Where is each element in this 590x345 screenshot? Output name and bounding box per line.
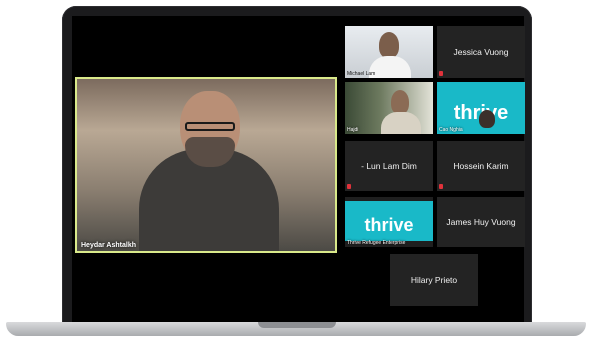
participant-silhouette [479, 110, 495, 128]
participant-name: Hossein Karim [453, 161, 509, 171]
participant-name: Hilary Prieto [410, 275, 458, 285]
participant-tile-james-huy-vuong[interactable]: James Huy Vuong [437, 197, 525, 247]
participant-tile-cao-nghia[interactable]: thrive Cao Nghia [437, 82, 525, 134]
muted-mic-icon [439, 184, 443, 189]
speaker-name-label: Heydar Ashtalkh [81, 242, 136, 249]
participant-silhouette [391, 90, 409, 114]
participant-tile-jessica-vuong[interactable]: Jessica Vuong [437, 26, 525, 78]
participant-silhouette [379, 32, 399, 58]
thrive-logo: thrive [364, 215, 414, 235]
participant-name: James Huy Vuong [446, 217, 516, 227]
participant-label: Cao Nghia [439, 127, 463, 133]
active-speaker-video[interactable]: Heydar Ashtalkh [75, 77, 337, 253]
participant-shirt [381, 112, 421, 134]
participant-label: Hajdi [347, 127, 359, 133]
participant-label: Michael Lam [347, 71, 376, 77]
participant-tile-hossein-karim[interactable]: Hossein Karim [437, 141, 525, 191]
participant-tile-hajdi[interactable]: Hajdi [345, 82, 433, 134]
participant-label: Thrive Refugee Enterprise [347, 240, 406, 246]
laptop-notch [258, 322, 336, 328]
participant-name: - Lun Lam Dim [361, 161, 417, 171]
participant-tile-hilary-prieto[interactable]: Hilary Prieto [390, 254, 478, 306]
participant-tile-michael-lam[interactable]: Michael Lam [345, 26, 433, 78]
participant-name: Jessica Vuong [453, 47, 509, 57]
muted-mic-icon [347, 184, 351, 189]
speaker-glasses [185, 122, 235, 131]
muted-mic-icon [439, 71, 443, 76]
participant-tile-lun-lam-dim[interactable]: - Lun Lam Dim [345, 141, 433, 191]
participant-tile-thrive-refugee-enterprise[interactable]: thrive Thrive Refugee Enterprise [345, 197, 433, 247]
